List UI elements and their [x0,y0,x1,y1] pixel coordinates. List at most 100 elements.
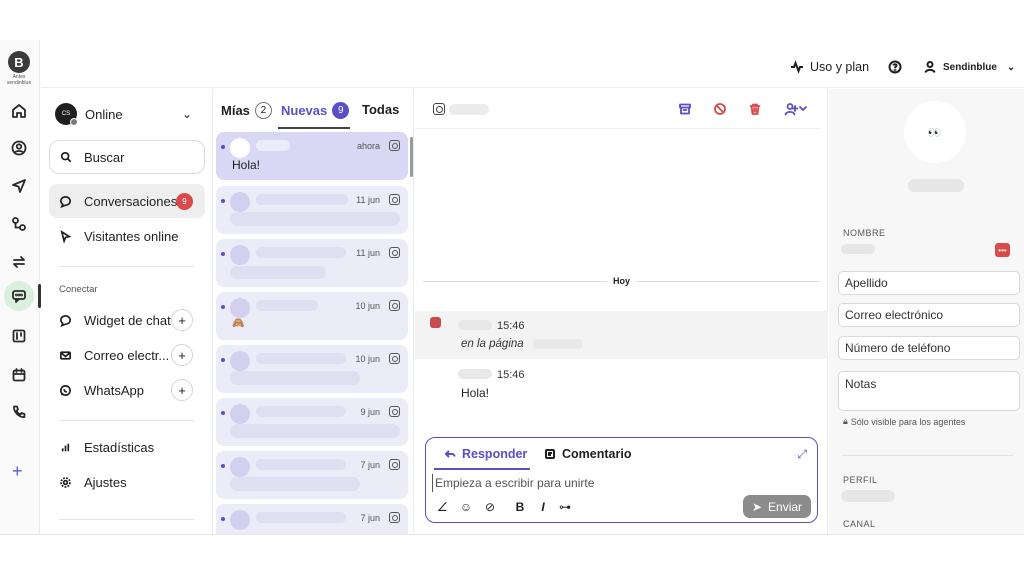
redacted-first-name [841,244,875,254]
tab-label: Todas [362,102,400,117]
account-label: Sendinblue [943,61,997,73]
redacted-contact-name [449,104,489,115]
tab-reply[interactable]: Responder [444,447,527,461]
avatar [230,351,250,371]
instagram-icon [389,512,400,523]
unread-dot [221,305,225,309]
archive-icon[interactable] [677,101,693,117]
logo-caption: Antes sendinblue [6,74,32,86]
contacts-icon[interactable] [8,137,30,159]
transactional-icon[interactable] [8,251,30,273]
nav-item-conversations[interactable]: Conversaciones 9 [49,184,205,218]
user-icon [924,61,936,73]
help-button[interactable] [888,60,902,74]
notes-field[interactable] [838,371,1020,411]
redacted-preview [230,424,400,438]
divider [59,420,194,421]
delete-trash-icon[interactable] [747,101,763,117]
instagram-icon [430,317,441,328]
tab-all[interactable]: Todas [362,102,399,117]
field-label-profile: PERFIL [843,475,878,485]
add-whatsapp-button[interactable]: + [171,379,193,401]
redacted-name [256,459,346,470]
redacted-name [256,300,318,311]
unread-badge: 9 [176,193,193,210]
tab-label: Mías [221,103,250,118]
private-note-text: Sólo visible para los agentes [850,416,966,427]
redacted-preview [230,371,360,385]
conversation-item[interactable]: 9 jun [216,398,408,446]
lastname-field[interactable] [838,271,1020,295]
status-selector[interactable]: CS Online [55,103,123,126]
reply-icon [444,450,456,458]
rail-add-icon[interactable]: + [12,461,23,482]
conversation-item[interactable]: 7 jun [216,451,408,499]
conversation-item[interactable]: 7 jun [216,504,408,534]
day-divider-label: Hoy [613,276,631,286]
tab-mine[interactable]: Mías 2 [221,102,272,119]
conversation-time: ahora [356,141,380,151]
more-options-icon[interactable]: ••• [995,243,1010,257]
conversation-time: 10 jun [355,354,380,364]
redacted-profile [841,490,895,502]
automation-icon[interactable] [8,213,30,235]
list-scrollbar[interactable] [410,137,413,177]
phone-icon[interactable] [8,401,30,423]
add-chat-widget-button[interactable]: + [171,309,193,331]
conversation-item[interactable]: 10 jun [216,345,408,393]
tab-comment[interactable]: Comentario [544,447,631,461]
tab-active-underline [278,127,350,129]
calendar-icon[interactable] [8,364,30,386]
assign-agent-icon[interactable] [783,101,809,117]
usage-plan-link[interactable]: Uso y plan [790,60,869,74]
contact-details-panel: 👀 NOMBRE ••• 🔒︎ Sólo visible para los ag… [829,89,1024,534]
italic-icon[interactable]: I [536,500,550,514]
conversations-chat-icon[interactable] [8,285,30,307]
emoji-icon[interactable]: ☺ [459,500,473,514]
nav-item-settings[interactable]: Ajustes [49,465,205,499]
conversation-item[interactable]: ahora Hola! [216,132,408,180]
instagram-icon [389,459,400,470]
pulse-icon [791,60,803,74]
conversation-item[interactable]: 11 jun [216,186,408,234]
send-button[interactable]: ➤ Enviar [743,495,811,518]
conversation-time: 10 jun [355,301,380,311]
home-icon[interactable] [8,100,30,122]
instagram-icon [389,406,400,417]
unread-dot [221,145,225,149]
avatar [230,138,250,158]
search-button[interactable]: Buscar [49,140,205,174]
campaigns-send-icon[interactable] [8,175,30,197]
attachment-icon[interactable]: ⊘ [483,500,497,514]
message-time: 15:46 [497,369,525,381]
conversation-item[interactable]: 11 jun [216,239,408,287]
deals-board-icon[interactable] [8,325,30,347]
conversation-item[interactable]: 10 jun 🙈 [216,292,408,340]
unread-dot [221,358,225,362]
account-menu[interactable]: Sendinblue ⌄ [923,60,1015,74]
brand-logo[interactable]: B Antes sendinblue [6,51,32,86]
lock-icon: 🔒︎ [843,416,848,426]
instagram-icon [389,300,400,311]
phone-field[interactable] [838,336,1020,360]
email-field[interactable] [838,303,1020,327]
expand-icon[interactable]: ⤢ [797,447,807,462]
redacted-contact-name [908,179,964,192]
mail-icon [60,350,71,360]
message-input[interactable] [432,474,732,492]
chat-bubble-icon [60,314,71,327]
nav-item-label: WhatsApp [84,382,144,398]
tab-new[interactable]: Nuevas 9 [281,102,350,119]
signature-icon[interactable]: ∠ [435,500,449,514]
link-icon[interactable]: ⊶ [558,500,572,514]
redacted-name [256,194,348,205]
nav-item-label: Ajustes [84,474,127,490]
page-bottom-margin [0,535,1024,573]
block-icon[interactable] [712,101,728,117]
nav-item-online-visitors[interactable]: Visitantes online [49,219,205,253]
chevron-down-icon[interactable]: ⌄ [182,107,192,121]
add-email-button[interactable]: + [171,344,193,366]
redacted-name [256,140,290,151]
nav-item-statistics[interactable]: Estadísticas [49,430,205,464]
bold-icon[interactable]: B [513,500,527,514]
